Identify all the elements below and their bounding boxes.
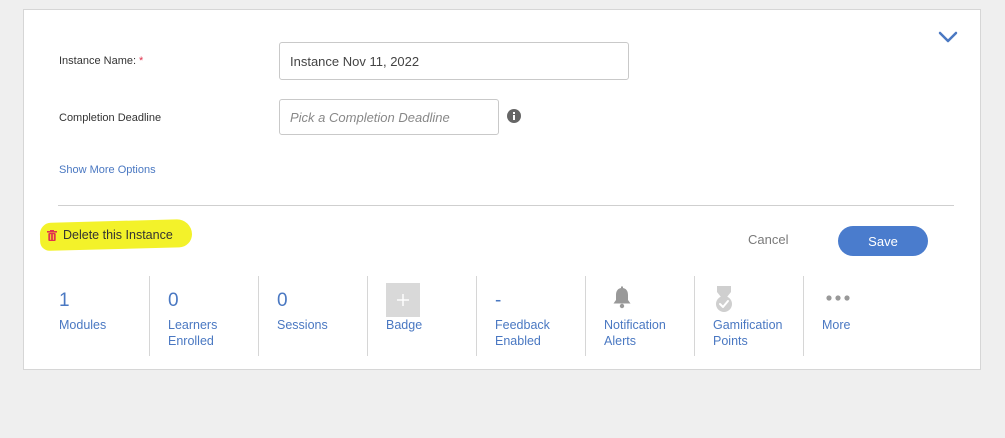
stat-sessions[interactable]: 0 Sessions xyxy=(258,276,367,356)
stat-learners-label: Learners Enrolled xyxy=(168,317,217,349)
stat-gamification-label: Gamification Points xyxy=(713,317,782,349)
delete-instance-label: Delete this Instance xyxy=(63,228,173,242)
stat-more-label: More xyxy=(822,317,850,333)
trash-icon xyxy=(47,229,57,241)
stat-more[interactable]: More xyxy=(803,276,912,356)
add-badge-button[interactable] xyxy=(386,283,420,317)
stat-badge-label: Badge xyxy=(386,317,422,333)
stat-gamification-label-line2: Points xyxy=(713,334,748,348)
stat-learners-label-line2: Enrolled xyxy=(168,334,214,348)
stat-feedback-label-line2: Enabled xyxy=(495,334,541,348)
completion-deadline-input[interactable] xyxy=(279,99,499,135)
stat-feedback-label-line1: Feedback xyxy=(495,318,550,332)
save-button[interactable]: Save xyxy=(838,226,928,256)
stat-notification-label-line2: Alerts xyxy=(604,334,636,348)
stat-learners-value: 0 xyxy=(168,290,179,311)
stat-badge[interactable]: Badge xyxy=(367,276,476,356)
stat-gamification-points[interactable]: Gamification Points xyxy=(694,276,803,356)
stat-feedback-value: - xyxy=(495,290,502,311)
instance-card: Instance Name:* Completion Deadline Show… xyxy=(23,9,981,370)
chevron-down-icon[interactable] xyxy=(937,29,959,45)
show-more-options-link[interactable]: Show More Options xyxy=(59,164,156,176)
bell-icon xyxy=(613,286,631,309)
plus-icon xyxy=(397,294,409,306)
stat-sessions-label: Sessions xyxy=(277,317,328,333)
required-mark: * xyxy=(139,55,144,67)
cancel-button[interactable]: Cancel xyxy=(748,232,788,247)
divider xyxy=(58,205,954,206)
instance-name-label: Instance Name: * xyxy=(59,55,143,67)
stat-notification-label-line1: Notification xyxy=(604,318,666,332)
stat-sessions-label-line1: Sessions xyxy=(277,318,328,332)
stat-badge-label-line1: Badge xyxy=(386,318,423,332)
stat-modules-label-line1: Modules xyxy=(59,318,107,332)
stat-modules[interactable]: 1 Modules xyxy=(24,276,149,356)
stat-sessions-value: 0 xyxy=(277,290,288,311)
stat-modules-value: 1 xyxy=(59,290,70,311)
stat-notification-label: Notification Alerts xyxy=(604,317,666,349)
stat-modules-label: Modules xyxy=(59,317,106,333)
medal-icon xyxy=(716,286,732,312)
stat-feedback-enabled[interactable]: - Feedback Enabled xyxy=(476,276,585,356)
stat-more-label-line1: More xyxy=(822,318,851,332)
stat-learners-enrolled[interactable]: 0 Learners Enrolled xyxy=(149,276,258,356)
completion-deadline-label: Completion Deadline xyxy=(59,112,162,124)
more-dots-icon xyxy=(826,295,850,301)
info-icon[interactable] xyxy=(507,109,521,123)
delete-instance-link[interactable]: Delete this Instance xyxy=(47,228,173,242)
stat-notification-alerts[interactable]: Notification Alerts xyxy=(585,276,694,356)
stat-gamification-label-line1: Gamification xyxy=(713,318,783,332)
instance-name-label-text: Instance Name: xyxy=(59,55,137,67)
stat-feedback-label: Feedback Enabled xyxy=(495,317,550,349)
instance-stats-bar: 1 Modules 0 Learners Enrolled 0 Sessions xyxy=(24,276,982,356)
instance-name-input[interactable] xyxy=(279,42,629,80)
stat-learners-label-line1: Learners xyxy=(168,318,218,332)
